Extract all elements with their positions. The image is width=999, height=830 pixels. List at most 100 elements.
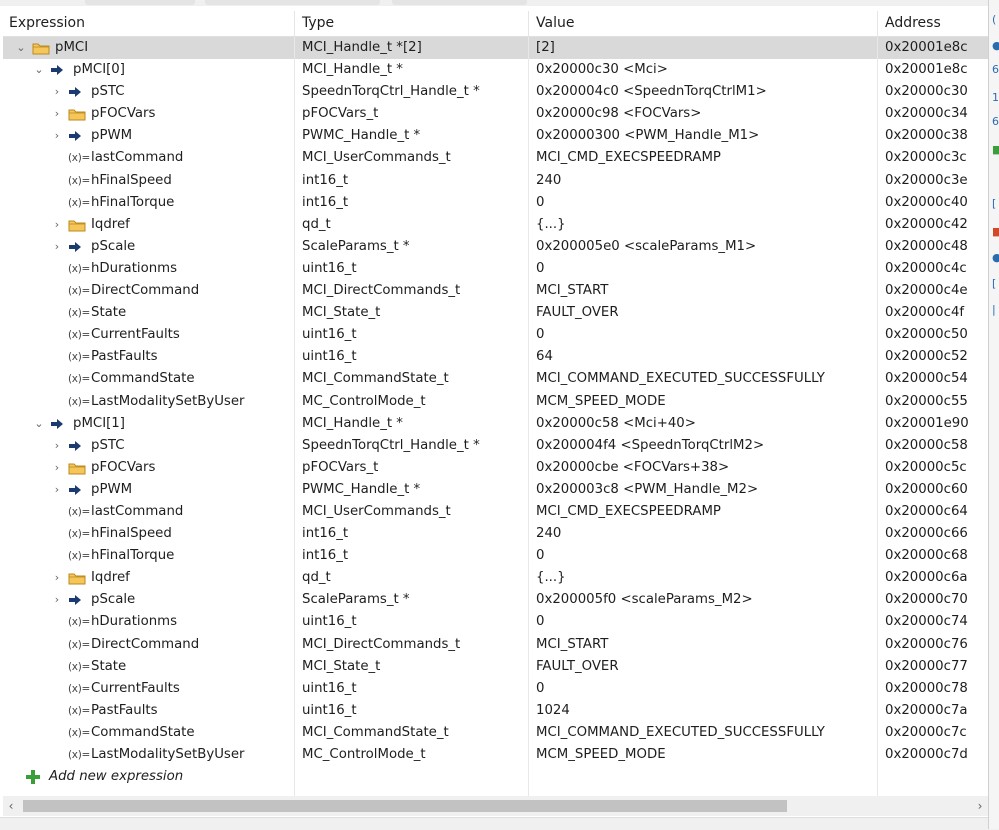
table-row[interactable]: › Iqdref qd_t {...} 0x20000c6a (3, 567, 988, 590)
expression-cell[interactable]: ⌄ pMCI[0] (3, 59, 295, 82)
value-cell[interactable]: 0 (529, 545, 878, 568)
expression-cell[interactable]: › pPWM (3, 478, 295, 501)
scrollbar-thumb[interactable] (23, 800, 787, 812)
value-cell[interactable]: 0 (529, 324, 878, 347)
value-cell[interactable]: 1024 (529, 699, 878, 722)
expression-cell[interactable]: (x)= State (3, 655, 295, 678)
column-header-type[interactable]: Type (295, 11, 529, 36)
toolbar-icon[interactable]: [ (992, 198, 999, 210)
partial-tab[interactable] (392, 0, 527, 5)
chevron-down-icon[interactable]: ⌄ (33, 413, 45, 435)
column-header-address[interactable]: Address (878, 11, 988, 36)
value-cell[interactable]: [2] (529, 37, 878, 60)
toolbar-icon[interactable]: ( (992, 14, 999, 26)
expression-cell[interactable]: › pFOCVars (3, 456, 295, 479)
table-row[interactable]: (x)= LastModalitySetByUser MC_ControlMode_… (3, 390, 988, 413)
table-row[interactable]: › pScale ScaleParams_t * 0x200005f0 <scaleP… (3, 589, 988, 612)
expression-cell[interactable]: › pFOCVars (3, 103, 295, 126)
add-plus-icon[interactable] (25, 769, 43, 785)
expression-cell[interactable]: › Iqdref (3, 567, 295, 590)
chevron-right-icon[interactable]: › (51, 236, 63, 258)
value-cell[interactable]: MCI_START (529, 633, 878, 656)
table-row[interactable]: › pSTC SpeednTorqCtrl_Handle_t * 0x200004c0… (3, 81, 988, 104)
expression-cell[interactable]: (x)= hDurationms (3, 611, 295, 634)
toolbar-icon[interactable]: 6 (992, 116, 999, 128)
table-row[interactable]: › pScale ScaleParams_t * 0x200005e0 <scaleP… (3, 235, 988, 258)
expression-cell[interactable]: › pPWM (3, 125, 295, 148)
value-cell[interactable]: {...} (529, 567, 878, 590)
table-row[interactable]: (x)= DirectCommand MCI_DirectCommands_t MCI… (3, 280, 988, 303)
table-row[interactable]: (x)= State MCI_State_t FAULT_OVER 0x20000c4f (3, 302, 988, 325)
toolbar-icon[interactable]: 1 (992, 92, 999, 104)
toolbar-icon[interactable]: ● (992, 252, 999, 264)
scroll-left-arrow-icon[interactable]: ‹ (3, 796, 19, 816)
value-cell[interactable]: 0 (529, 257, 878, 281)
table-row[interactable]: (x)= PastFaults uint16_t 1024 0x20000c7a (3, 699, 988, 722)
value-cell[interactable]: MCI_COMMAND_EXECUTED_SUCCESSFULLY (529, 721, 878, 744)
value-cell[interactable]: 0 (529, 677, 878, 700)
expression-cell[interactable]: Add new expression (3, 766, 295, 789)
add-expression-row[interactable]: Add new expression (3, 766, 988, 789)
table-row[interactable]: (x)= hDurationms uint16_t 0 0x20000c74 (3, 611, 988, 634)
horizontal-scrollbar[interactable]: ‹ › (3, 796, 988, 816)
table-row[interactable]: (x)= hFinalSpeed int16_t 240 0x20000c3e (3, 169, 988, 192)
expression-cell[interactable]: ⌄ pMCI[1] (3, 412, 295, 435)
chevron-right-icon[interactable]: › (51, 81, 63, 103)
table-row[interactable]: ⌄ pMCI[0] MCI_Handle_t * 0x20000c30 <Mci> 0x… (3, 59, 988, 82)
value-cell[interactable]: 0x20000c30 <Mci> (529, 59, 878, 82)
chevron-right-icon[interactable]: › (51, 125, 63, 147)
value-cell[interactable]: 0x20000cbe <FOCVars+38> (529, 456, 878, 479)
table-row[interactable]: › pFOCVars pFOCVars_t 0x20000c98 <FOCVars> 0… (3, 103, 988, 126)
value-cell[interactable]: 0x20000c58 <Mci+40> (529, 412, 878, 435)
table-row[interactable]: (x)= CommandState MCI_CommandState_t MCI_CO… (3, 721, 988, 744)
value-cell[interactable]: FAULT_OVER (529, 655, 878, 678)
table-row[interactable]: › pPWM PWMC_Handle_t * 0x20000300 <PWM_Hand… (3, 125, 988, 148)
table-row[interactable]: (x)= lastCommand MCI_UserCommands_t MCI_CMD… (3, 147, 988, 170)
value-cell[interactable]: 240 (529, 169, 878, 192)
value-cell[interactable]: 0 (529, 611, 878, 634)
expression-cell[interactable]: (x)= LastModalitySetByUser (3, 390, 295, 413)
chevron-down-icon[interactable]: ⌄ (33, 59, 45, 81)
toolbar-icon[interactable]: ■ (992, 144, 999, 156)
expression-cell[interactable]: (x)= State (3, 302, 295, 325)
expression-cell[interactable]: (x)= lastCommand (3, 500, 295, 524)
table-row[interactable]: › Iqdref qd_t {...} 0x20000c42 (3, 213, 988, 236)
expression-cell[interactable]: (x)= CurrentFaults (3, 677, 295, 700)
partial-tab[interactable] (85, 0, 195, 5)
table-row[interactable]: (x)= hFinalTorque int16_t 0 0x20000c68 (3, 545, 988, 568)
expression-cell[interactable]: (x)= hFinalTorque (3, 191, 295, 214)
partial-tab[interactable] (205, 0, 380, 5)
add-new-expression-label[interactable]: Add new expression (49, 766, 183, 788)
table-row[interactable]: (x)= PastFaults uint16_t 64 0x20000c52 (3, 346, 988, 369)
chevron-right-icon[interactable]: › (51, 435, 63, 457)
table-row[interactable]: › pSTC SpeednTorqCtrl_Handle_t * 0x200004f4… (3, 434, 988, 457)
value-cell[interactable]: 0x200005f0 <scaleParams_M2> (529, 589, 878, 612)
value-cell[interactable]: 0x200003c8 <PWM_Handle_M2> (529, 478, 878, 501)
column-header-expression[interactable]: Expression (3, 11, 295, 36)
value-cell[interactable]: MCI_CMD_EXECSPEEDRAMP (529, 147, 878, 170)
chevron-right-icon[interactable]: › (51, 479, 63, 501)
chevron-right-icon[interactable]: › (51, 214, 63, 236)
toolbar-icon[interactable]: | (992, 304, 999, 316)
toolbar-icon[interactable]: ● (992, 40, 999, 52)
expression-cell[interactable]: (x)= hDurationms (3, 257, 295, 281)
expression-cell[interactable]: (x)= CommandState (3, 721, 295, 744)
toolbar-icon[interactable]: ■ (992, 226, 999, 238)
expression-cell[interactable]: (x)= DirectCommand (3, 280, 295, 303)
table-row[interactable]: (x)= State MCI_State_t FAULT_OVER 0x20000c77 (3, 655, 988, 678)
scroll-right-arrow-icon[interactable]: › (972, 796, 988, 816)
chevron-right-icon[interactable]: › (51, 103, 63, 125)
table-row[interactable]: (x)= DirectCommand MCI_DirectCommands_t MCI… (3, 633, 988, 656)
value-cell[interactable]: 0x20000c98 <FOCVars> (529, 103, 878, 126)
value-cell[interactable]: FAULT_OVER (529, 302, 878, 325)
expression-cell[interactable]: (x)= PastFaults (3, 346, 295, 369)
table-row[interactable]: (x)= LastModalitySetByUser MC_ControlMode_… (3, 744, 988, 767)
expression-cell[interactable]: › pScale (3, 589, 295, 612)
expression-cell[interactable]: › pScale (3, 235, 295, 258)
value-cell[interactable]: MCM_SPEED_MODE (529, 390, 878, 413)
expression-cell[interactable]: (x)= PastFaults (3, 699, 295, 722)
value-cell[interactable]: 64 (529, 346, 878, 369)
toolbar-icon[interactable]: [ (992, 278, 999, 290)
expression-cell[interactable]: (x)= CurrentFaults (3, 324, 295, 347)
value-cell[interactable]: 0x200005e0 <scaleParams_M1> (529, 235, 878, 258)
